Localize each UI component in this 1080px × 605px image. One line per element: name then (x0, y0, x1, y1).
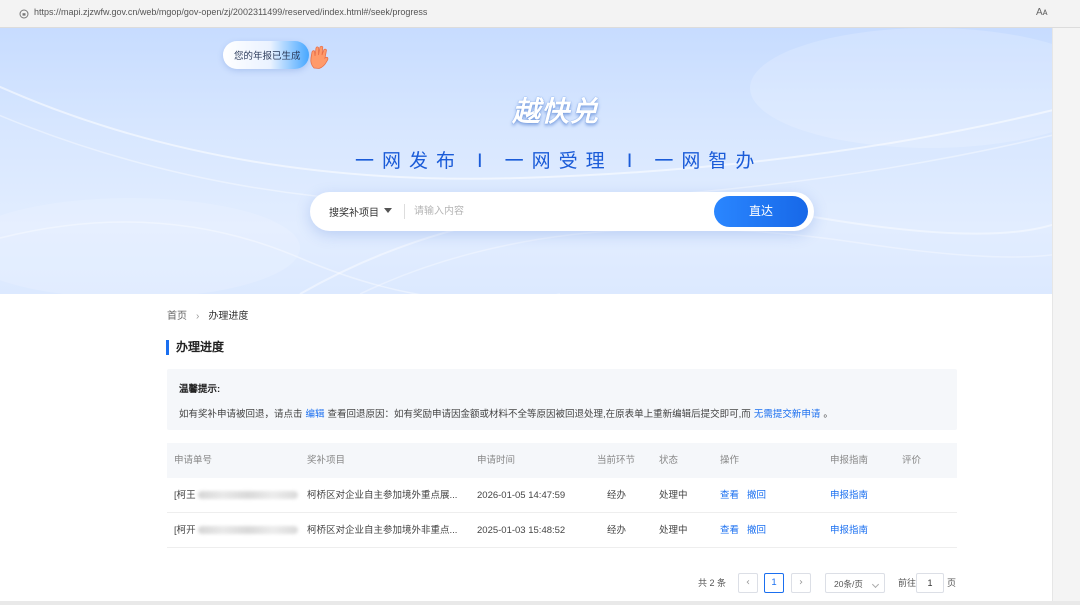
page-1-button[interactable]: 1 (764, 573, 784, 593)
view-link[interactable]: 查看 (720, 490, 739, 501)
notice-text-part3: 。 (823, 409, 833, 420)
application-no: [柯开 (174, 525, 196, 536)
no-new-application-link[interactable]: 无需提交新申请 (754, 409, 821, 420)
project-name[interactable]: 柯桥区对企业自主参加境外重点展... (307, 478, 457, 513)
apply-time: 2026-01-05 14:47:59 (477, 490, 566, 501)
hero-banner: 您的年报已生成 越快兑 一网发布 Ⅰ 一网受理 Ⅰ 一网智办 搜奖补项目 直达 (0, 28, 1052, 294)
apply-time: 2025-01-03 15:48:52 (477, 525, 566, 536)
browser-address-bar: https://mapi.zjzwfw.gov.cn/web/mgop/gov-… (0, 0, 1080, 28)
current-step: 经办 (607, 525, 627, 536)
header-actions: 操作 (720, 455, 740, 466)
hero-slogan: 一网发布 Ⅰ 一网受理 Ⅰ 一网智办 (355, 150, 763, 172)
search-bar: 搜奖补项目 直达 (310, 192, 814, 231)
brand-logo: 越快兑 (512, 95, 600, 128)
notice-text-part1: 如有奖补申请被回退，请点击 (179, 409, 303, 420)
notice-text-part2: 查看回退原因：如有奖励申请因金额或材料不全等原因被回退处理,在原表单上重新编辑后… (327, 409, 751, 420)
actions-cell: 查看 撤回 (720, 478, 766, 513)
goto-label: 前往 (898, 578, 917, 588)
status-text: 处理中 (659, 525, 688, 536)
breadcrumb-current: 办理进度 (208, 311, 249, 322)
application-no-cell: [柯王 (174, 478, 298, 513)
annual-report-label: 您的年报已生成 (234, 51, 301, 62)
site-info-icon[interactable] (19, 9, 29, 19)
side-strip (1052, 28, 1080, 605)
notice-box: 温馨提示: 如有奖补申请被回退，请点击 编辑 查看回退原因：如有奖励申请因金额或材料… (167, 369, 957, 430)
breadcrumb: 首页 › 办理进度 (167, 307, 248, 322)
withdraw-link[interactable]: 撤回 (747, 525, 766, 536)
redacted-number (197, 526, 298, 535)
header-apply-time: 申请时间 (477, 455, 516, 466)
caret-down-icon[interactable] (384, 208, 392, 213)
edit-link[interactable]: 编辑 (306, 409, 325, 420)
prev-page-button[interactable]: ‹ (738, 573, 758, 593)
table-row: [柯开 柯桥区对企业自主参加境外非重点... 2025-01-03 15:48:… (167, 513, 957, 548)
guide-link[interactable]: 申报指南 (830, 478, 868, 513)
waving-hand-icon (310, 45, 329, 69)
notice-text: 如有奖补申请被回退，请点击 编辑 查看回退原因：如有奖励申请因金额或材料不全等原因被… (179, 406, 833, 420)
page-size-value: 20条/页 (834, 579, 863, 589)
page-title: 办理进度 (166, 340, 224, 355)
page-size-select[interactable]: 20条/页 (825, 573, 885, 593)
search-divider (404, 204, 405, 219)
bottom-strip (0, 601, 1080, 605)
chevron-down-icon (871, 580, 880, 589)
withdraw-link[interactable]: 撤回 (747, 490, 766, 501)
guide-link[interactable]: 申报指南 (830, 513, 868, 548)
search-button[interactable]: 直达 (714, 196, 808, 227)
header-status: 状态 (659, 455, 679, 466)
redacted-number (197, 491, 298, 500)
search-input[interactable] (414, 201, 704, 222)
header-application-no: 申请单号 (174, 455, 213, 466)
next-page-button[interactable]: › (791, 573, 811, 593)
search-category-select[interactable]: 搜奖补项目 (329, 204, 379, 219)
actions-cell: 查看 撤回 (720, 513, 766, 548)
header-project: 奖补项目 (307, 455, 346, 466)
application-no-cell: [柯开 (174, 513, 298, 548)
table-header: 申请单号 奖补项目 申请时间 当前环节 状态 操作 申报指南 评价 (167, 443, 957, 478)
status-text: 处理中 (659, 490, 688, 501)
breadcrumb-home[interactable]: 首页 (167, 311, 187, 322)
chevron-right-icon: › (196, 311, 200, 322)
current-step: 经办 (607, 490, 627, 501)
notice-title: 温馨提示: (179, 384, 221, 395)
view-link[interactable]: 查看 (720, 525, 739, 536)
header-current-step: 当前环节 (597, 455, 636, 466)
header-guide: 申报指南 (830, 455, 869, 466)
project-name[interactable]: 柯桥区对企业自主参加境外非重点... (307, 513, 457, 548)
total-count: 共 2 条 (698, 578, 727, 588)
progress-table: 申请单号 奖补项目 申请时间 当前环节 状态 操作 申报指南 评价 [柯王 柯桥… (167, 443, 957, 548)
page-unit-label: 页 (947, 578, 957, 588)
goto-page-input[interactable] (916, 573, 944, 593)
reader-mode-icon[interactable]: Aᴀ (1036, 7, 1048, 18)
table-row: [柯王 柯桥区对企业自主参加境外重点展... 2026-01-05 14:47:… (167, 478, 957, 513)
application-no: [柯王 (174, 490, 196, 501)
header-rating: 评价 (902, 455, 922, 466)
url-text[interactable]: https://mapi.zjzwfw.gov.cn/web/mgop/gov-… (34, 7, 427, 17)
annual-report-pill[interactable]: 您的年报已生成 (223, 41, 309, 69)
